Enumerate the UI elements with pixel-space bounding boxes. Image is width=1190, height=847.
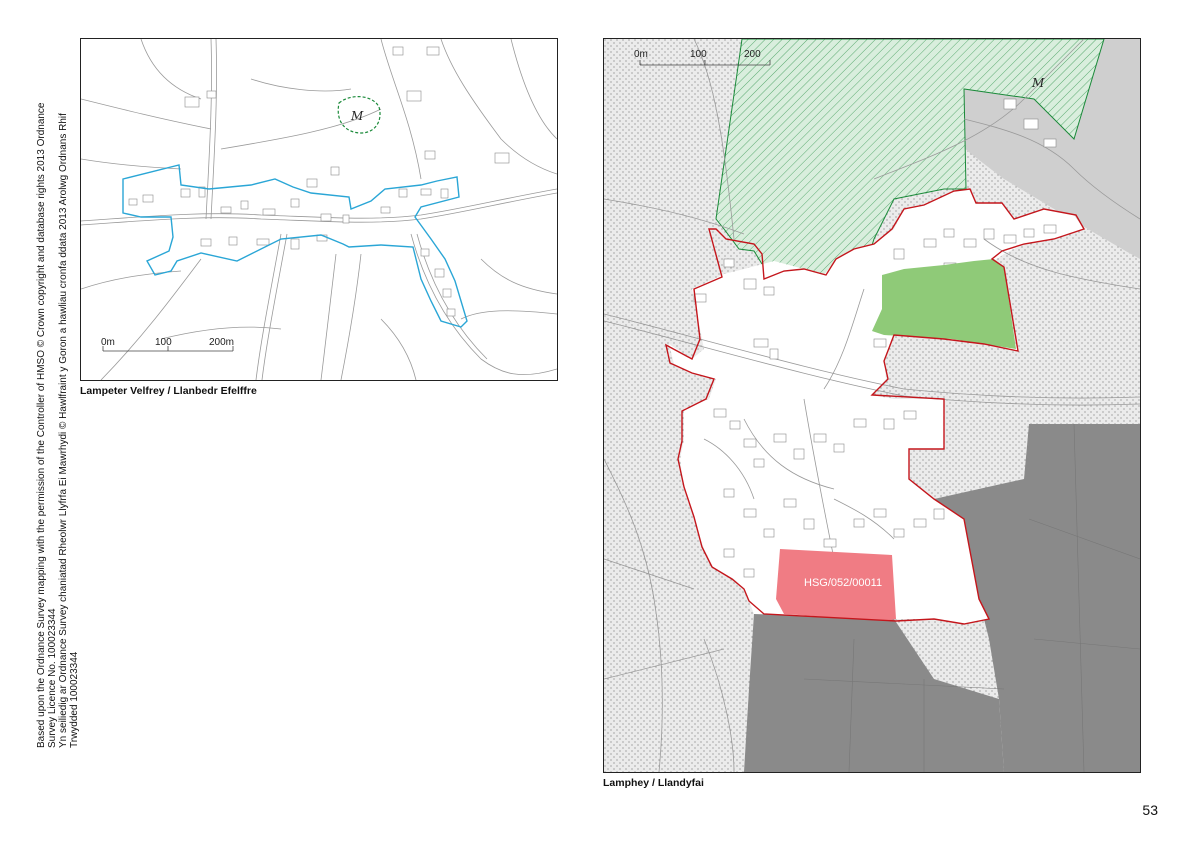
scale-label-200: 200m bbox=[209, 337, 234, 348]
map-lampeter-velfrey[interactable]: M 0m 100 200m bbox=[80, 38, 558, 381]
copyright-line-welsh: Yn seiliedig ar Ordnance Survey chaniata… bbox=[58, 113, 80, 748]
scale-label-200: 200 bbox=[744, 49, 761, 60]
scale-label-100: 100 bbox=[690, 49, 707, 60]
map-lamphey[interactable]: HSG/052/00011 M 0m 100 200 bbox=[603, 38, 1141, 773]
monument-symbol-left: M bbox=[350, 109, 364, 123]
monument-symbol-right: M bbox=[1031, 76, 1045, 90]
scale-label-100: 100 bbox=[155, 337, 172, 348]
caption-lampeter-velfrey: Lampeter Velfrey / Llanbedr Efelffre bbox=[80, 385, 257, 397]
copyright-notice: Based upon the Ordnance Survey mapping w… bbox=[36, 98, 80, 749]
scale-label-0: 0m bbox=[634, 49, 648, 60]
map-left-roads bbox=[81, 39, 557, 380]
page-number: 53 bbox=[1142, 802, 1158, 818]
scale-label-0: 0m bbox=[101, 337, 115, 348]
caption-lamphey: Lamphey / Llandyfai bbox=[603, 777, 704, 789]
site-label-hsg: HSG/052/00011 bbox=[804, 577, 882, 589]
map-left-canvas: M 0m 100 200m bbox=[81, 39, 557, 380]
map-right-canvas: HSG/052/00011 M 0m 100 200 bbox=[604, 39, 1140, 772]
scale-bar-left: 0m 100 200m bbox=[101, 337, 234, 352]
copyright-line-english: Based upon the Ordnance Survey mapping w… bbox=[36, 102, 58, 749]
